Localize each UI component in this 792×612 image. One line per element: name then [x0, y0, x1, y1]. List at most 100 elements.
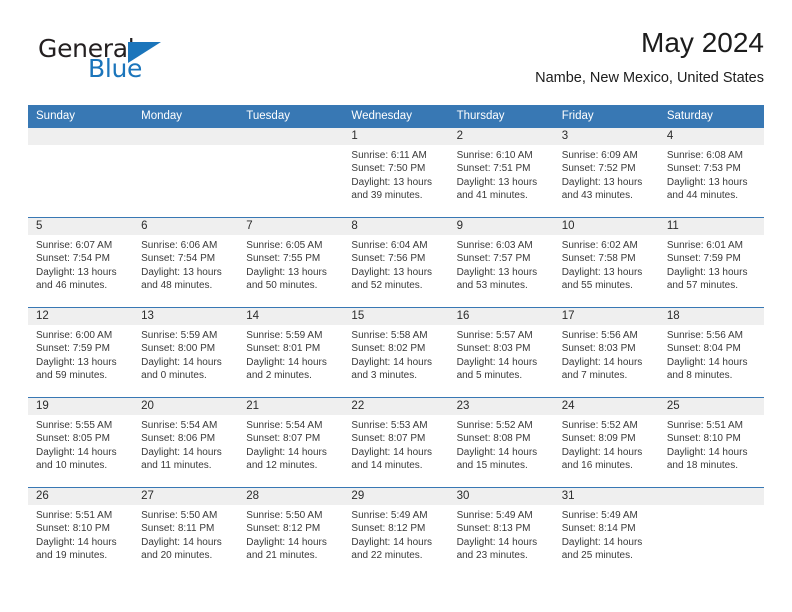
sunrise-text: Sunrise: 6:11 AM: [351, 150, 427, 161]
calendar-cell[interactable]: 29 Sunrise: 5:49 AM Sunset: 8:12 PM Dayligh…: [343, 487, 449, 577]
calendar-cell[interactable]: 18 Sunrise: 5:56 AM Sunset: 8:04 PM Dayligh…: [658, 307, 764, 398]
sunrise-text: Sunrise: 5:49 AM: [456, 510, 533, 521]
calendar-cell[interactable]: 24 Sunrise: 5:52 AM Sunset: 8:09 PM Dayligh…: [553, 397, 659, 488]
day-cell: [658, 488, 764, 577]
sunrise-text: Sunrise: 6:00 AM: [36, 330, 113, 341]
day-details: Sunrise: 5:49 AM Sunset: 8:13 PM Daylight:…: [449, 505, 554, 563]
calendar-cell[interactable]: 20 Sunrise: 5:54 AM Sunset: 8:06 PM Dayligh…: [133, 397, 239, 488]
calendar-cell[interactable]: 3 Sunrise: 6:09 AM Sunset: 7:52 PM Daylight…: [553, 128, 659, 218]
day-number: 2: [448, 128, 554, 145]
calendar-week-row: 19 Sunrise: 5:55 AM Sunset: 8:05 PM Dayligh…: [28, 397, 764, 488]
calendar-cell[interactable]: 9 Sunrise: 6:03 AM Sunset: 7:57 PM Daylight…: [448, 217, 554, 308]
calendar-cell[interactable]: 15 Sunrise: 5:58 AM Sunset: 8:02 PM Dayligh…: [343, 307, 449, 398]
day-number: 18: [658, 308, 764, 325]
day-cell: 17 Sunrise: 5:56 AM Sunset: 8:03 PM Dayligh…: [553, 308, 659, 397]
daylight-text-line1: Daylight: 14 hours: [351, 356, 433, 368]
calendar-cell[interactable]: 25 Sunrise: 5:51 AM Sunset: 8:10 PM Dayligh…: [658, 397, 764, 488]
daylight-text-line2: and 22 minutes.: [351, 550, 423, 562]
calendar-cell[interactable]: 11 Sunrise: 6:01 AM Sunset: 7:59 PM Dayligh…: [658, 217, 764, 308]
daylight-text-line1: Daylight: 13 hours: [456, 266, 538, 278]
sunset-text: Sunset: 8:11 PM: [141, 523, 215, 535]
daylight-text-line1: Daylight: 13 hours: [36, 266, 117, 278]
day-number: 17: [553, 308, 659, 325]
day-details: Sunrise: 6:00 AM Sunset: 7:59 PM Daylight:…: [28, 325, 133, 383]
calendar-cell[interactable]: 6 Sunrise: 6:06 AM Sunset: 7:54 PM Daylight…: [133, 217, 239, 308]
calendar-cell[interactable]: 7 Sunrise: 6:05 AM Sunset: 7:55 PM Daylight…: [238, 217, 344, 308]
calendar-week-row: 12 Sunrise: 6:00 AM Sunset: 7:59 PM Dayligh…: [28, 307, 764, 398]
brand-logo[interactable]: General Blue: [28, 26, 268, 88]
day-details: Sunrise: 6:08 AM Sunset: 7:53 PM Daylight:…: [659, 145, 764, 203]
day-number: 20: [133, 398, 239, 415]
sunset-text: Sunset: 8:07 PM: [351, 433, 426, 445]
day-details: Sunrise: 5:55 AM Sunset: 8:05 PM Daylight:…: [28, 415, 133, 473]
calendar-cell[interactable]: 2 Sunrise: 6:10 AM Sunset: 7:51 PM Daylight…: [448, 128, 554, 218]
sunrise-text: Sunrise: 6:08 AM: [666, 150, 743, 161]
sunset-text: Sunset: 8:14 PM: [561, 523, 636, 535]
weekday-header-friday: Friday: [553, 105, 659, 128]
calendar-cell[interactable]: 4 Sunrise: 6:08 AM Sunset: 7:53 PM Daylight…: [658, 128, 764, 218]
sunset-text: Sunset: 7:55 PM: [246, 253, 321, 265]
day-number: 3: [553, 128, 659, 145]
calendar-header-row: Sunday Monday Tuesday Wednesday Thursday…: [28, 105, 764, 128]
day-cell: 18 Sunrise: 5:56 AM Sunset: 8:04 PM Dayligh…: [658, 308, 764, 397]
sunset-text: Sunset: 7:50 PM: [351, 163, 426, 175]
day-cell: 15 Sunrise: 5:58 AM Sunset: 8:02 PM Dayligh…: [343, 308, 449, 397]
calendar-week-row: 5 Sunrise: 6:07 AM Sunset: 7:54 PM Daylight…: [28, 217, 764, 308]
calendar-cell[interactable]: 13 Sunrise: 5:59 AM Sunset: 8:00 PM Dayligh…: [133, 307, 239, 398]
sunset-text: Sunset: 7:59 PM: [36, 343, 110, 355]
calendar-cell[interactable]: 30 Sunrise: 5:49 AM Sunset: 8:13 PM Dayligh…: [448, 487, 554, 577]
calendar-cell[interactable]: 14 Sunrise: 5:59 AM Sunset: 8:01 PM Dayligh…: [238, 307, 344, 398]
calendar-cell[interactable]: 17 Sunrise: 5:56 AM Sunset: 8:03 PM Dayligh…: [553, 307, 659, 398]
daylight-text-line1: Daylight: 14 hours: [561, 356, 643, 368]
sunset-text: Sunset: 8:09 PM: [561, 433, 636, 445]
day-number: 22: [343, 398, 449, 415]
daylight-text-line1: Daylight: 13 hours: [351, 266, 433, 278]
title-block: May 2024 Nambe, New Mexico, United State…: [535, 26, 764, 87]
daylight-text-line2: and 10 minutes.: [36, 460, 108, 472]
page-header: General Blue May 2024 Nambe, New Mexico,…: [28, 26, 764, 98]
daylight-text-line1: Daylight: 13 hours: [36, 356, 117, 368]
sunrise-text: Sunrise: 6:10 AM: [456, 150, 533, 161]
day-number: 15: [343, 308, 449, 325]
calendar-cell[interactable]: 22 Sunrise: 5:53 AM Sunset: 8:07 PM Dayligh…: [343, 397, 449, 488]
sunrise-text: Sunrise: 5:56 AM: [561, 330, 638, 341]
day-cell: 23 Sunrise: 5:52 AM Sunset: 8:08 PM Dayligh…: [448, 398, 554, 487]
daylight-text-line2: and 11 minutes.: [141, 460, 212, 472]
calendar-body: 1 Sunrise: 6:11 AM Sunset: 7:50 PM Daylight…: [28, 128, 764, 577]
sunset-text: Sunset: 8:02 PM: [351, 343, 426, 355]
sunrise-text: Sunrise: 6:06 AM: [141, 240, 218, 251]
sunset-text: Sunset: 7:57 PM: [456, 253, 531, 265]
calendar-cell[interactable]: 12 Sunrise: 6:00 AM Sunset: 7:59 PM Dayligh…: [28, 307, 134, 398]
day-number: 21: [238, 398, 344, 415]
day-cell: 7 Sunrise: 6:05 AM Sunset: 7:55 PM Daylight…: [238, 218, 344, 307]
calendar-cell[interactable]: 10 Sunrise: 6:02 AM Sunset: 7:58 PM Dayligh…: [553, 217, 659, 308]
calendar-cell[interactable]: 19 Sunrise: 5:55 AM Sunset: 8:05 PM Dayligh…: [28, 397, 134, 488]
sunrise-text: Sunrise: 5:50 AM: [246, 510, 323, 521]
calendar-cell[interactable]: 27 Sunrise: 5:50 AM Sunset: 8:11 PM Dayligh…: [133, 487, 239, 577]
calendar-cell[interactable]: 5 Sunrise: 6:07 AM Sunset: 7:54 PM Daylight…: [28, 217, 134, 308]
calendar-cell[interactable]: 31 Sunrise: 5:49 AM Sunset: 8:14 PM Dayligh…: [553, 487, 659, 577]
day-number: 1: [343, 128, 449, 145]
day-cell: 8 Sunrise: 6:04 AM Sunset: 7:56 PM Daylight…: [343, 218, 449, 307]
calendar-cell[interactable]: 1 Sunrise: 6:11 AM Sunset: 7:50 PM Daylight…: [343, 128, 449, 218]
daylight-text-line2: and 55 minutes.: [561, 280, 633, 292]
calendar-cell[interactable]: 23 Sunrise: 5:52 AM Sunset: 8:08 PM Dayligh…: [448, 397, 554, 488]
sunrise-text: Sunrise: 5:52 AM: [456, 420, 533, 431]
day-number: 5: [28, 218, 134, 235]
calendar-cell: [238, 128, 344, 218]
brand-name-blue: Blue: [88, 54, 143, 83]
calendar-cell[interactable]: 8 Sunrise: 6:04 AM Sunset: 7:56 PM Daylight…: [343, 217, 449, 308]
daylight-text-line1: Daylight: 14 hours: [246, 446, 327, 458]
day-details: Sunrise: 5:52 AM Sunset: 8:08 PM Daylight:…: [449, 415, 554, 473]
daylight-text-line1: Daylight: 14 hours: [456, 536, 538, 548]
sunset-text: Sunset: 8:13 PM: [456, 523, 531, 535]
day-details: Sunrise: 6:05 AM Sunset: 7:55 PM Daylight:…: [238, 235, 343, 293]
day-number: 12: [28, 308, 134, 325]
day-number: 7: [238, 218, 344, 235]
calendar-cell[interactable]: 21 Sunrise: 5:54 AM Sunset: 8:07 PM Dayligh…: [238, 397, 344, 488]
daylight-text-line1: Daylight: 14 hours: [141, 446, 222, 458]
calendar-cell[interactable]: 26 Sunrise: 5:51 AM Sunset: 8:10 PM Dayligh…: [28, 487, 134, 577]
calendar-cell[interactable]: 16 Sunrise: 5:57 AM Sunset: 8:03 PM Dayligh…: [448, 307, 554, 398]
sunrise-text: Sunrise: 5:49 AM: [561, 510, 638, 521]
calendar-cell[interactable]: 28 Sunrise: 5:50 AM Sunset: 8:12 PM Dayligh…: [238, 487, 344, 577]
